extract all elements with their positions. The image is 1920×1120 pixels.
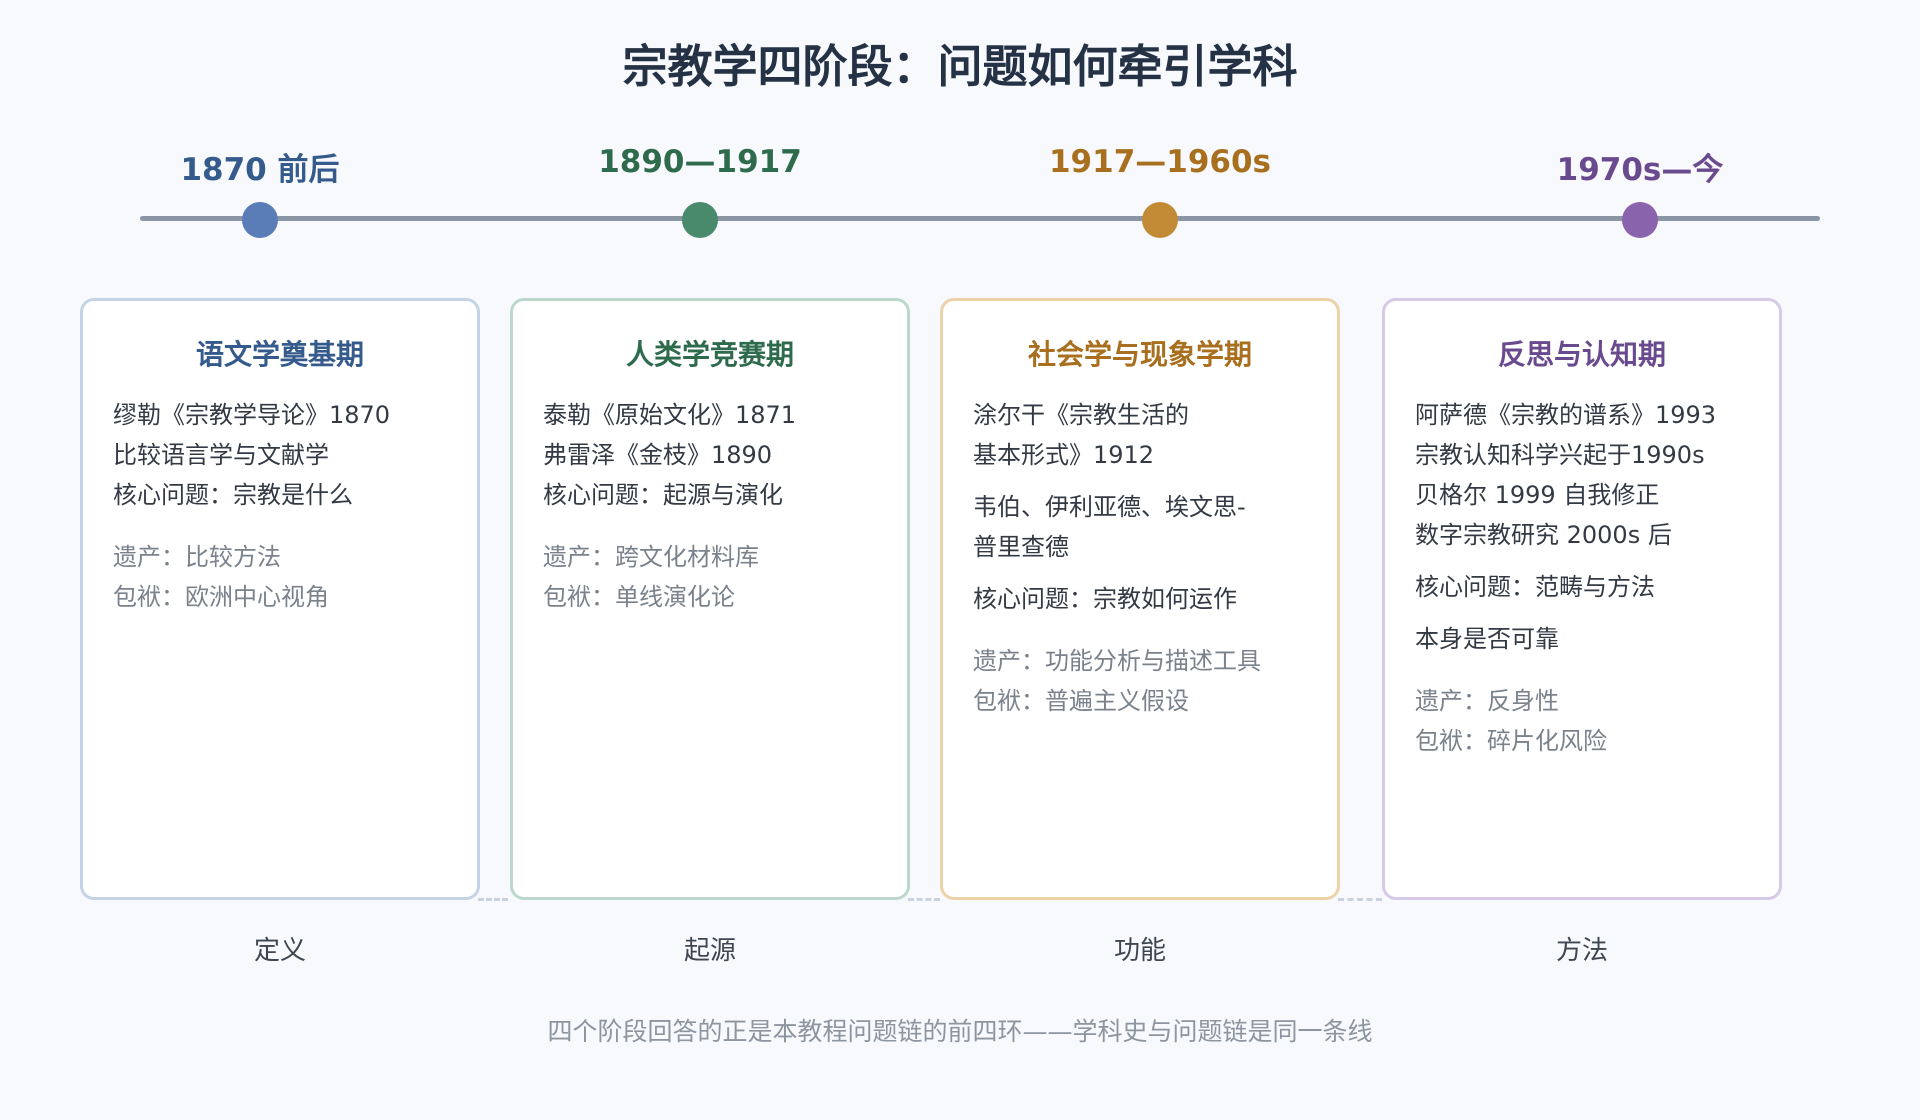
stage-legacy: 遗产：功能分析与描述工具 [973, 647, 1261, 675]
stage-burden: 包袱：碎片化风险 [1415, 727, 1607, 755]
stage-theme-1: 定义 [253, 936, 306, 966]
era-dot-3 [1142, 202, 1178, 238]
era-label-1: 1870 前后 [180, 152, 340, 188]
stage-line: 缪勒《宗教学导论》1870 [113, 401, 391, 429]
stage-legacy: 遗产：比较方法 [113, 543, 281, 571]
stage-name: 人类学竞赛期 [625, 338, 794, 371]
stage-line: 数字宗教研究 2000s 后 [1415, 521, 1672, 549]
stage-name: 社会学与现象学期 [1027, 338, 1252, 371]
stage-line: 基本形式》1912 [973, 441, 1155, 469]
card-connector [478, 898, 508, 901]
stage-legacy: 遗产：反身性 [1415, 687, 1559, 715]
stage-theme-2: 起源 [683, 936, 736, 966]
stage-line: 阿萨德《宗教的谱系》1993 [1415, 401, 1717, 429]
era-dot-4 [1622, 202, 1658, 238]
stage-core-question: 核心问题：宗教如何运作 [973, 585, 1237, 613]
stage-line: 泰勒《原始文化》1871 [543, 401, 797, 429]
stage-card-1: 语文学奠基期 缪勒《宗教学导论》1870 比较语言学与文献学 核心问题：宗教是什… [80, 298, 480, 900]
stage-card-2: 人类学竞赛期 泰勒《原始文化》1871 弗雷泽《金枝》1890 核心问题：起源与… [510, 298, 910, 900]
stage-theme-4: 方法 [1555, 936, 1608, 966]
stage-legacy: 遗产：跨文化材料库 [543, 543, 759, 571]
era-dot-2 [682, 202, 718, 238]
card-connector [1338, 898, 1382, 901]
stage-name: 反思与认知期 [1497, 338, 1666, 371]
stage-name: 语文学奠基期 [195, 338, 364, 371]
stage-burden: 包袱：欧洲中心视角 [113, 583, 329, 611]
card-connector [908, 898, 940, 901]
footer-note: 四个阶段回答的正是本教程问题链的前四环——学科史与问题链是同一条线 [547, 1017, 1373, 1046]
stage-core-question-cont: 本身是否可靠 [1415, 625, 1559, 653]
stage-line: 宗教认知科学兴起于1990s [1415, 441, 1705, 469]
stage-line: 弗雷泽《金枝》1890 [543, 441, 773, 469]
era-label-3: 1917—1960s [1048, 144, 1271, 180]
page-title: 宗教学四阶段：问题如何牵引学科 [622, 40, 1298, 93]
stage-line: 比较语言学与文献学 [113, 441, 329, 469]
stage-theme-3: 功能 [1113, 936, 1166, 966]
stage-burden: 包袱：单线演化论 [543, 583, 735, 611]
stage-core-question: 核心问题：宗教是什么 [113, 481, 353, 509]
era-label-2: 1890—1917 [598, 144, 802, 180]
stage-burden: 包袱：普遍主义假设 [973, 687, 1189, 715]
timeline-axis [140, 216, 1820, 221]
stage-card-3: 社会学与现象学期 涂尔干《宗教生活的 基本形式》1912 韦伯、伊利亚德、埃文思… [940, 298, 1340, 900]
stage-line: 韦伯、伊利亚德、埃文思- [973, 493, 1246, 521]
era-label-4: 1970s—今 [1556, 152, 1724, 188]
stage-line: 普里查德 [973, 533, 1069, 561]
stage-core-question: 核心问题：范畴与方法 [1415, 573, 1655, 601]
stage-line: 贝格尔 1999 自我修正 [1415, 481, 1660, 509]
stage-card-4: 反思与认知期 阿萨德《宗教的谱系》1993 宗教认知科学兴起于1990s 贝格尔… [1382, 298, 1782, 900]
era-dot-1 [242, 202, 278, 238]
stage-line: 涂尔干《宗教生活的 [973, 401, 1189, 429]
stage-core-question: 核心问题：起源与演化 [543, 481, 783, 509]
